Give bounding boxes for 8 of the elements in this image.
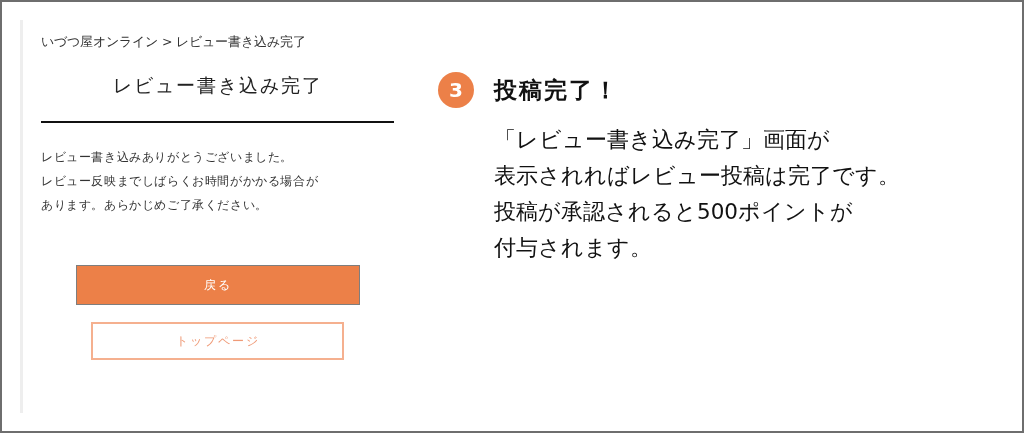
- breadcrumb: いづつ屋オンライン > レビュー書き込み完了: [41, 34, 308, 49]
- page-heading: レビュー書き込み完了: [111, 73, 324, 98]
- step-title: 投稿完了！: [494, 75, 619, 105]
- top-page-button[interactable]: トップページ: [91, 322, 344, 360]
- back-button[interactable]: 戻る: [75, 265, 360, 305]
- step-description: 「レビュー書き込み完了」画面が 表示されればレビュー投稿は完了です。 投稿が承認されると500ポイントが 付与されます。: [494, 126, 901, 262]
- step-number-badge: 3: [438, 72, 474, 108]
- thank-you-message: レビュー書き込みありがとうございました。 レビュー反映までしばらくお時間がかかる場合が あります。あらかじめご了承ください。: [41, 149, 320, 214]
